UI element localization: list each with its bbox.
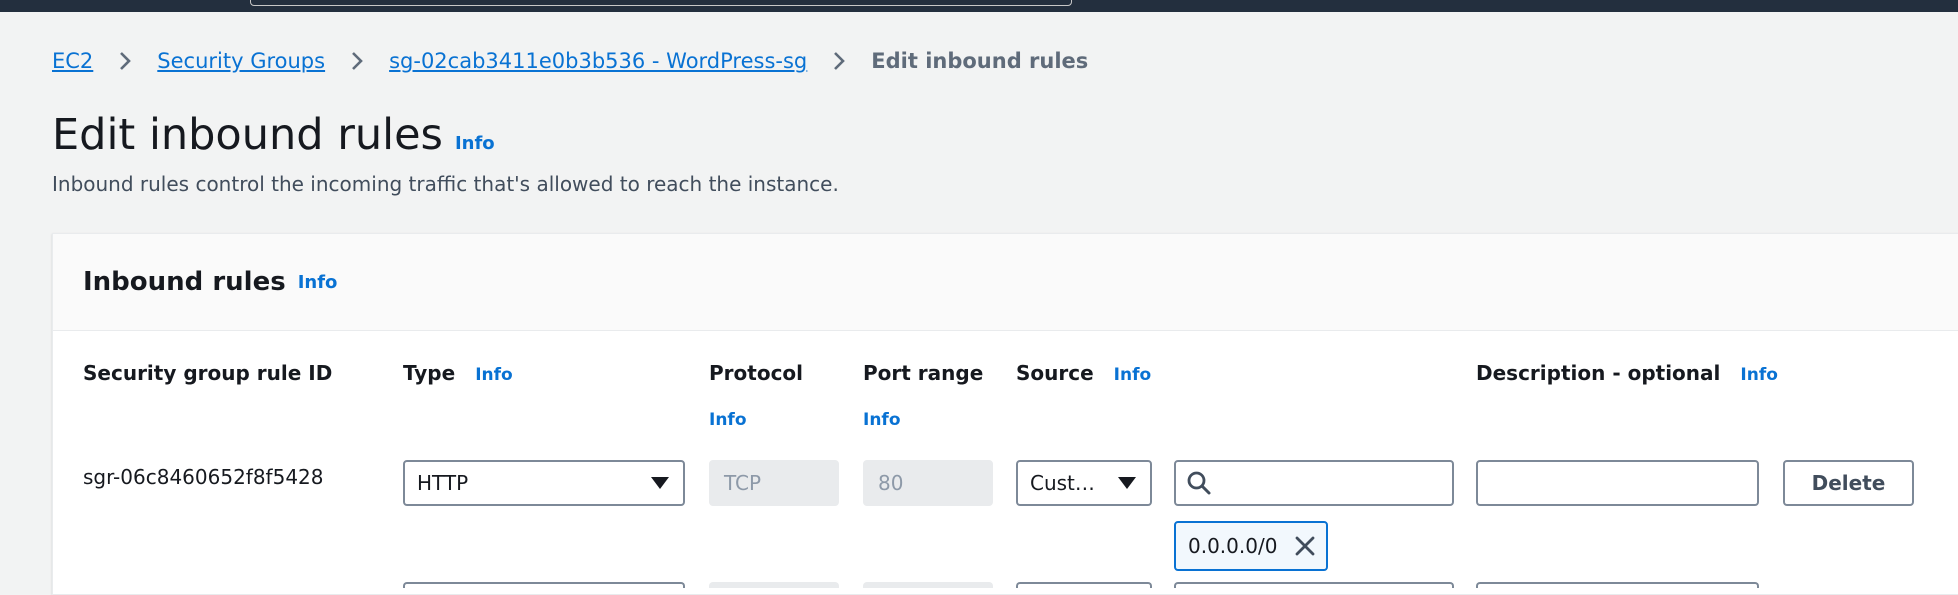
column-header-type-label: Type	[403, 361, 456, 385]
top-navigation-bar	[0, 0, 1958, 12]
breadcrumb-security-group-link[interactable]: sg-02cab3411e0b3b536 - WordPress-sg	[389, 49, 807, 73]
column-header-protocol: Protocol	[709, 361, 803, 385]
column-header-source: Source Info	[1016, 361, 1151, 385]
page-description: Inbound rules control the incoming traff…	[52, 172, 839, 196]
panel-title: Inbound rules	[83, 267, 286, 297]
protocol-value: TCP	[724, 471, 762, 495]
port-range-info-link[interactable]: Info	[863, 410, 901, 430]
panel-info-link[interactable]: Info	[298, 272, 338, 293]
search-icon	[1187, 471, 1211, 495]
column-header-protocol-label: Protocol	[709, 361, 804, 385]
source-info-link[interactable]: Info	[1114, 365, 1152, 385]
cidr-token-value: 0.0.0.0/0	[1188, 534, 1278, 558]
chevron-right-icon	[349, 50, 365, 72]
protocol-field: TCP	[709, 460, 839, 506]
type-select-value: HTTP	[417, 471, 469, 495]
column-header-rule-id-label: Security group rule ID	[83, 361, 333, 385]
breadcrumb-security-groups-link[interactable]: Security Groups	[157, 49, 325, 73]
description-input[interactable]	[1476, 460, 1759, 506]
inbound-rules-panel: Inbound rules Info Security group rule I…	[52, 233, 1958, 595]
protocol-info-link[interactable]: Info	[709, 410, 747, 430]
page-info-link[interactable]: Info	[455, 117, 495, 171]
next-row-protocol-field	[709, 582, 839, 588]
source-type-value: Cust…	[1030, 471, 1095, 495]
next-row-description-input[interactable]	[1476, 582, 1759, 588]
column-header-rule-id: Security group rule ID	[83, 361, 332, 385]
next-row-source-input[interactable]	[1174, 582, 1454, 588]
column-header-description-label: Description - optional	[1476, 361, 1721, 385]
caret-down-icon	[1118, 477, 1136, 489]
next-row-port-range-field	[863, 582, 993, 588]
page-title-text: Edit inbound rules	[52, 110, 443, 160]
type-info-link[interactable]: Info	[475, 365, 513, 385]
chevron-right-icon	[117, 50, 133, 72]
description-info-link[interactable]: Info	[1740, 365, 1778, 385]
port-range-field: 80	[863, 460, 993, 506]
close-icon[interactable]	[1294, 535, 1316, 557]
cidr-token: 0.0.0.0/0	[1174, 521, 1328, 571]
chevron-right-icon	[831, 50, 847, 72]
caret-down-icon	[651, 477, 669, 489]
column-header-description: Description - optional Info	[1476, 361, 1778, 385]
type-select[interactable]: HTTP	[403, 460, 685, 506]
column-header-type: Type Info	[403, 361, 513, 385]
next-row-type-select[interactable]	[403, 582, 685, 588]
page-title: Edit inbound rules Info	[52, 108, 495, 171]
panel-header: Inbound rules Info	[53, 234, 1958, 331]
column-header-source-label: Source	[1016, 361, 1094, 385]
port-range-value: 80	[878, 471, 904, 495]
breadcrumb-ec2-link[interactable]: EC2	[52, 49, 93, 73]
source-cidr-search-input[interactable]	[1174, 460, 1454, 506]
column-header-port-range: Port range	[863, 361, 983, 385]
next-row-source-select[interactable]	[1016, 582, 1152, 588]
source-type-select[interactable]: Cust…	[1016, 460, 1152, 506]
column-header-port-range-label: Port range	[863, 361, 984, 385]
delete-rule-button[interactable]: Delete	[1783, 460, 1914, 506]
global-search-input[interactable]	[250, 0, 1072, 6]
breadcrumb: EC2 Security Groups sg-02cab3411e0b3b536…	[52, 44, 1088, 78]
breadcrumb-current: Edit inbound rules	[871, 49, 1089, 73]
rule-id-value: sgr-06c8460652f8f5428	[83, 465, 324, 489]
